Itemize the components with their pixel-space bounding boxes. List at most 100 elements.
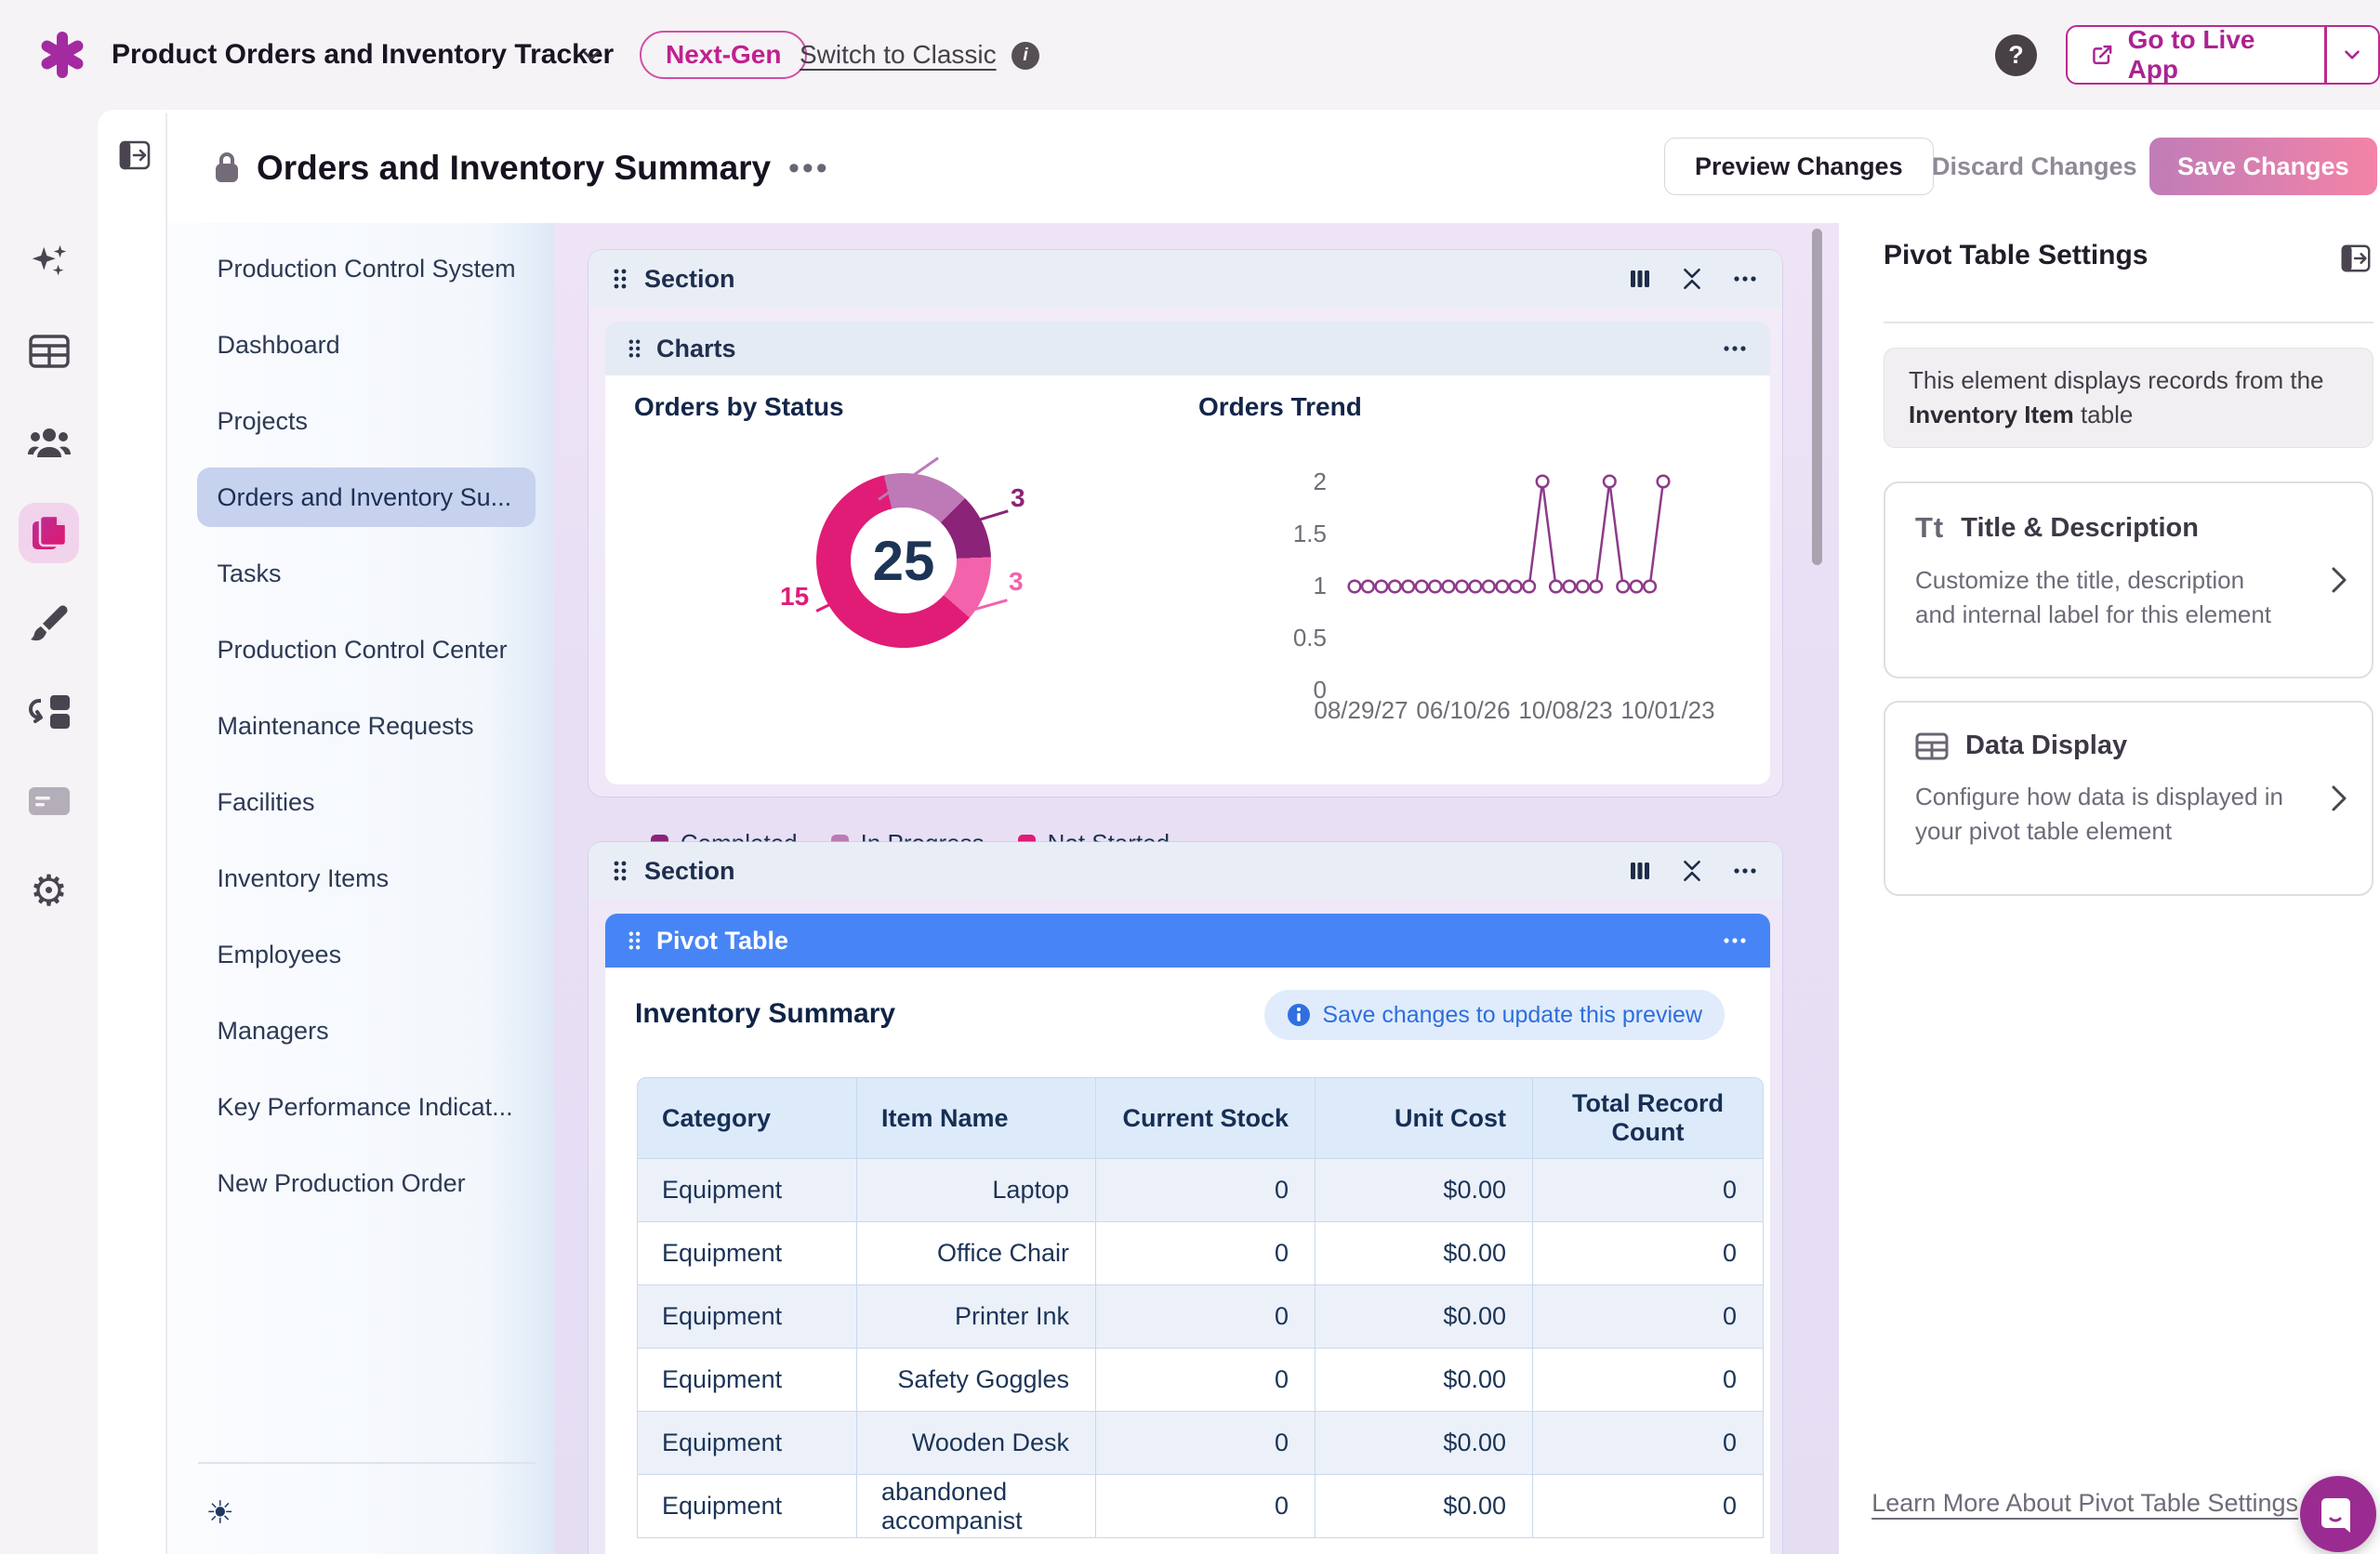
- charts-element-body: Orders by Status 25 3 3 15 Completed: [605, 375, 1770, 784]
- app-builder-window: Product Orders and Inventory Tracker Nex…: [0, 0, 2380, 1554]
- nav-item-list: Production Control System Dashboard Proj…: [167, 239, 554, 1213]
- drag-handle-icon[interactable]: [628, 930, 641, 951]
- page-canvas: Section Charts Orders by Status 25: [554, 223, 1839, 1554]
- section-label: Section: [644, 857, 735, 886]
- y-tick-label: 0.5: [1273, 612, 1327, 664]
- workflow-icon[interactable]: [0, 682, 98, 742]
- unit-cost-cell: $0.00: [1316, 1349, 1533, 1412]
- page-title: Orders and Inventory Summary: [257, 149, 771, 188]
- current-stock-cell: 0: [1096, 1285, 1316, 1349]
- nav-item[interactable]: Key Performance Indicat...: [197, 1077, 536, 1137]
- pivot-section[interactable]: Section Pivot Table Inventory Summary Sa…: [588, 841, 1783, 1554]
- table-header-row: Category Item Name Current Stock Unit Co…: [637, 1077, 1764, 1159]
- category-cell: Equipment: [637, 1285, 857, 1349]
- current-stock-cell: 0: [1096, 1412, 1316, 1475]
- nav-item[interactable]: Tasks: [197, 544, 536, 603]
- trend-x-axis: 08/29/2706/10/2610/08/2310/01/23: [1310, 696, 1719, 725]
- category-cell: Equipment: [637, 1412, 857, 1475]
- tables-icon[interactable]: [0, 322, 98, 381]
- y-tick-label: 1.5: [1273, 507, 1327, 560]
- pivot-element-bar[interactable]: Pivot Table: [605, 914, 1770, 968]
- info-text: This element displays records from the: [1909, 366, 2324, 394]
- nav-item[interactable]: Orders and Inventory Su...: [197, 468, 536, 527]
- section-more-menu-icon[interactable]: [1732, 267, 1758, 291]
- card-title: Title & Description: [1961, 513, 2199, 544]
- page-more-menu-icon[interactable]: •••: [788, 151, 830, 187]
- nav-item[interactable]: Projects: [197, 391, 536, 451]
- pivot-element-body: Inventory Summary Save changes to update…: [605, 968, 1770, 1554]
- section-header[interactable]: Section: [588, 250, 1782, 308]
- unit-cost-cell: $0.00: [1316, 1285, 1533, 1349]
- section-columns-icon[interactable]: [1628, 267, 1652, 291]
- charts-section[interactable]: Section Charts Orders by Status 25: [588, 249, 1783, 797]
- section-collapse-icon[interactable]: [1680, 267, 1704, 291]
- nav-item[interactable]: Managers: [197, 1001, 536, 1060]
- donut-center: 25: [851, 507, 957, 613]
- unit-cost-cell: $0.00: [1316, 1159, 1533, 1222]
- drag-handle-icon[interactable]: [628, 338, 641, 359]
- nav-item[interactable]: Production Control System: [197, 239, 536, 298]
- pivot-settings-panel: Pivot Table Settings This element displa…: [1839, 223, 2380, 1554]
- column-header: Item Name: [857, 1077, 1096, 1159]
- drag-handle-icon[interactable]: [613, 268, 628, 290]
- pivot-more-menu-icon[interactable]: [1722, 928, 1748, 953]
- text-style-icon: Tt: [1915, 511, 1944, 545]
- section-header[interactable]: Section: [588, 842, 1782, 900]
- charts-more-menu-icon[interactable]: [1722, 336, 1748, 361]
- nav-item[interactable]: Inventory Items: [197, 849, 536, 908]
- ai-sparkles-icon[interactable]: [0, 233, 98, 293]
- collapse-settings-panel-icon[interactable]: [2339, 242, 2373, 275]
- learn-more-link[interactable]: Learn More About Pivot Table Settings: [1839, 1489, 2298, 1518]
- drag-handle-icon[interactable]: [613, 860, 628, 882]
- app-switcher-chevron-down-icon[interactable]: [578, 43, 604, 69]
- table-row: Equipment Office Chair 0 $0.00 0: [637, 1222, 1764, 1285]
- section-more-menu-icon[interactable]: [1732, 859, 1758, 883]
- category-cell: Equipment: [637, 1349, 857, 1412]
- help-button[interactable]: ?: [1995, 34, 2037, 76]
- go-to-live-app-button[interactable]: Go to Live App: [2066, 25, 2380, 85]
- chat-support-button[interactable]: [2300, 1476, 2376, 1552]
- users-icon[interactable]: [0, 413, 98, 472]
- settings-gear-icon[interactable]: ⚙: [0, 861, 98, 920]
- theme-sun-icon[interactable]: ☀: [206, 1495, 234, 1532]
- chevron-right-icon: [2329, 564, 2349, 596]
- nav-item[interactable]: Employees: [197, 925, 536, 984]
- left-icon-rail: ⚙: [0, 110, 98, 1554]
- classic-info-icon[interactable]: i: [1012, 42, 1039, 70]
- collapse-nav-panel-icon[interactable]: [117, 138, 152, 173]
- card-title: Data Display: [1965, 731, 2127, 761]
- nav-item[interactable]: Facilities: [197, 772, 536, 832]
- preview-changes-button[interactable]: Preview Changes: [1664, 138, 1934, 195]
- nav-item[interactable]: New Production Order: [197, 1153, 536, 1213]
- table-row: Equipment abandoned accompanist 0 $0.00 …: [637, 1475, 1764, 1538]
- app-logo-asterisk-icon[interactable]: [37, 30, 87, 80]
- nav-divider: [198, 1462, 536, 1464]
- billing-card-icon[interactable]: [0, 771, 98, 831]
- live-app-dropdown-button[interactable]: [2327, 27, 2378, 83]
- table-row: Equipment Wooden Desk 0 $0.00 0: [637, 1412, 1764, 1475]
- title-description-card[interactable]: Tt Title & Description Customize the tit…: [1884, 481, 2373, 678]
- settings-panel-title: Pivot Table Settings: [1884, 240, 2149, 271]
- save-changes-button[interactable]: Save Changes: [2149, 138, 2377, 195]
- x-tick-label: 10/08/23: [1514, 696, 1617, 725]
- nav-item[interactable]: Production Control Center: [197, 620, 536, 679]
- charts-element-bar[interactable]: Charts: [605, 322, 1770, 375]
- current-stock-cell: 0: [1096, 1475, 1316, 1538]
- unit-cost-cell: $0.00: [1316, 1222, 1533, 1285]
- appearance-brush-icon[interactable]: [0, 594, 98, 653]
- pages-icon[interactable]: [0, 503, 98, 562]
- callout-not-started-value: 15: [780, 582, 809, 612]
- section-collapse-icon[interactable]: [1680, 859, 1704, 883]
- current-stock-cell: 0: [1096, 1222, 1316, 1285]
- record-count-cell: 0: [1533, 1412, 1764, 1475]
- section-columns-icon[interactable]: [1628, 859, 1652, 883]
- item-name-cell: Wooden Desk: [857, 1412, 1096, 1475]
- inventory-summary-table: Category Item Name Current Stock Unit Co…: [637, 1077, 1764, 1538]
- nav-item[interactable]: Maintenance Requests: [197, 696, 536, 756]
- x-tick-label: 06/10/26: [1412, 696, 1514, 725]
- data-display-card[interactable]: Data Display Configure how data is displ…: [1884, 701, 2373, 896]
- canvas-scrollbar[interactable]: [1812, 229, 1822, 565]
- switch-to-classic-link[interactable]: Switch to Classic: [800, 0, 997, 110]
- discard-changes-button[interactable]: Discard Changes: [1913, 138, 2156, 195]
- nav-item[interactable]: Dashboard: [197, 315, 536, 375]
